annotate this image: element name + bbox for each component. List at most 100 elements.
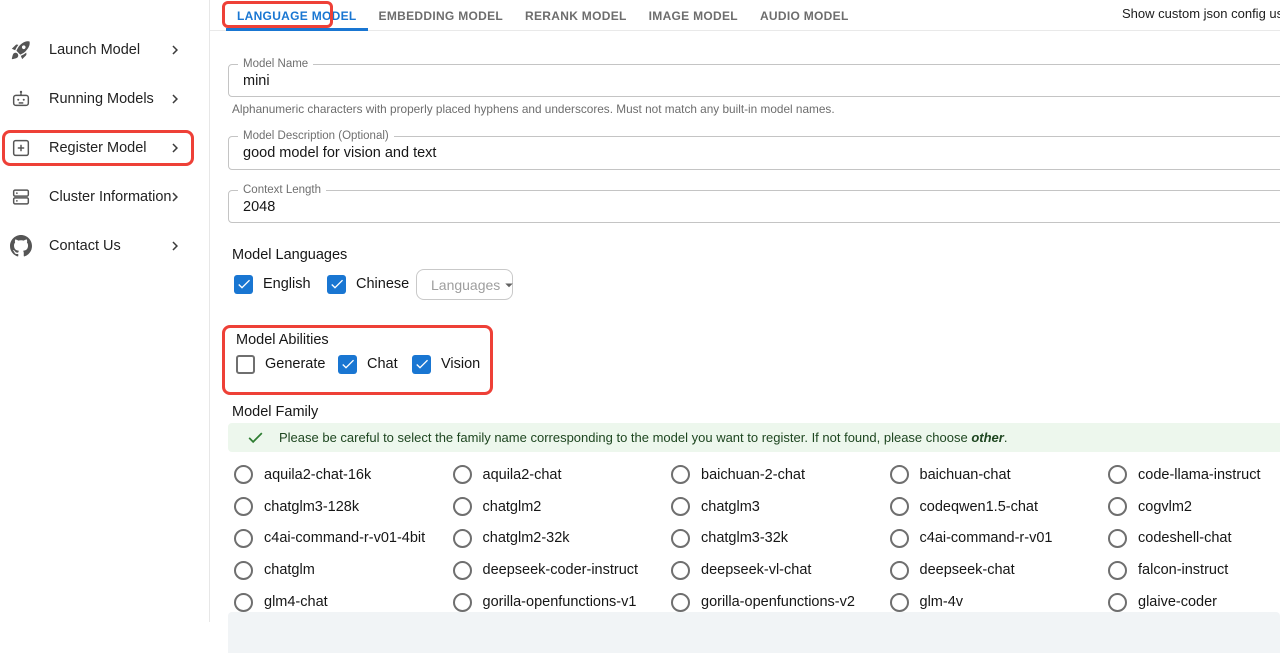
checkbox-generate[interactable]: Generate [236,353,325,375]
register-model-form: Model Name mini Alphanumeric characters … [210,31,1280,622]
sidebar-item-register-model[interactable]: Register Model [0,133,210,163]
model-name-label: Model Name [238,58,313,71]
radio-icon [234,497,253,516]
cluster-icon [9,185,33,209]
model-family-option[interactable]: chatglm3-128k [234,491,453,523]
chevron-right-icon [166,139,184,157]
model-family-option[interactable]: falcon-instruct [1108,554,1280,586]
radio-icon [890,465,909,484]
model-family-option[interactable]: aquila2-chat-16k [234,459,453,491]
model-family-option-label: chatglm [264,562,315,578]
languages-select-placeholder: Languages [431,277,500,293]
model-description-label: Model Description (Optional) [238,130,394,143]
model-family-alert: Please be careful to select the family n… [228,423,1280,452]
checkbox-icon [234,275,253,294]
model-family-option-label: glm4-chat [264,594,328,610]
context-length-field[interactable]: Context Length 2048 [228,190,1280,223]
radio-icon [453,497,472,516]
model-name-field[interactable]: Model Name mini [228,64,1280,97]
tab-image-model[interactable]: IMAGE MODEL [638,0,749,31]
radio-icon [890,497,909,516]
model-family-option-label: glm-4v [920,594,964,610]
radio-icon [1108,497,1127,516]
checkbox-chinese[interactable]: Chinese [327,273,409,295]
model-family-option-label: c4ai-command-r-v01 [920,530,1053,546]
model-name-helper-text: Alphanumeric characters with properly pl… [232,102,835,116]
model-family-option[interactable]: cogvlm2 [1108,491,1280,523]
radio-icon [671,497,690,516]
tab-language-model[interactable]: LANGUAGE MODEL [226,0,368,31]
radio-icon [234,561,253,580]
tab-bar: LANGUAGE MODEL EMBEDDING MODEL RERANK MO… [210,0,1280,31]
model-family-option-label: deepseek-coder-instruct [483,562,639,578]
tab-embedding-model[interactable]: EMBEDDING MODEL [368,0,515,31]
radio-icon [453,465,472,484]
model-family-option[interactable]: chatglm3-32k [671,523,890,555]
model-family-option-label: chatglm3-128k [264,499,359,515]
radio-icon [890,561,909,580]
model-family-option[interactable]: deepseek-chat [890,554,1109,586]
model-abilities-section-label: Model Abilities [236,332,329,348]
model-family-options: aquila2-chat-16k aquila2-chat baichuan-2-c… [234,459,1280,618]
checkbox-english[interactable]: English [234,273,311,295]
model-family-option[interactable]: baichuan-2-chat [671,459,890,491]
model-family-option-label: aquila2-chat-16k [264,467,371,483]
model-name-value[interactable]: mini [229,65,1280,96]
model-family-option[interactable]: deepseek-vl-chat [671,554,890,586]
checkbox-vision[interactable]: Vision [412,353,480,375]
model-languages-section-label: Model Languages [232,247,347,263]
sidebar-item-launch-model[interactable]: Launch Model [0,35,210,65]
sidebar-item-contact-us[interactable]: Contact Us [0,231,210,261]
caret-down-icon [500,276,518,294]
radio-icon [890,529,909,548]
show-custom-json-config-label[interactable]: Show custom json config used b [1122,6,1280,21]
radio-icon [671,529,690,548]
checkbox-label: Generate [265,356,325,372]
model-family-option[interactable]: chatglm [234,554,453,586]
chevron-right-icon [166,41,184,59]
model-family-option-label: codeshell-chat [1138,530,1232,546]
model-family-option[interactable]: codeqwen1.5-chat [890,491,1109,523]
radio-icon [671,561,690,580]
sidebar-item-label: Launch Model [49,42,140,58]
context-length-label: Context Length [238,184,326,197]
checkbox-chat[interactable]: Chat [338,353,398,375]
checkbox-icon [338,355,357,374]
radio-icon [1108,465,1127,484]
sidebar-item-running-models[interactable]: Running Models [0,84,210,114]
sidebar-item-cluster-information[interactable]: Cluster Information [0,182,210,212]
model-family-option[interactable]: code-llama-instruct [1108,459,1280,491]
tab-audio-model[interactable]: AUDIO MODEL [749,0,860,31]
checkbox-label: Vision [441,356,480,372]
radio-icon [234,529,253,548]
model-family-option[interactable]: c4ai-command-r-v01 [890,523,1109,555]
model-family-option[interactable]: chatglm2-32k [453,523,672,555]
model-family-section-label: Model Family [232,404,318,420]
model-family-option[interactable]: deepseek-coder-instruct [453,554,672,586]
check-icon [246,428,266,448]
model-family-option[interactable]: c4ai-command-r-v01-4bit [234,523,453,555]
robot-icon [9,87,33,111]
model-family-option[interactable]: aquila2-chat [453,459,672,491]
model-family-option[interactable]: chatglm3 [671,491,890,523]
tab-rerank-model[interactable]: RERANK MODEL [514,0,638,31]
checkbox-label: English [263,276,311,292]
languages-select[interactable]: Languages [416,269,513,300]
checkbox-icon [236,355,255,374]
radio-icon [234,593,253,612]
context-length-value[interactable]: 2048 [229,191,1280,222]
model-family-option[interactable]: chatglm2 [453,491,672,523]
model-family-option-label: c4ai-command-r-v01-4bit [264,530,425,546]
radio-icon [671,593,690,612]
github-icon [9,234,33,258]
model-family-option-label: gorilla-openfunctions-v1 [483,594,637,610]
radio-icon [1108,561,1127,580]
model-family-option[interactable]: codeshell-chat [1108,523,1280,555]
sidebar: Launch Model Running Models Register Mod… [0,0,210,622]
model-description-field[interactable]: Model Description (Optional) good model … [228,136,1280,170]
model-family-option-label: baichuan-2-chat [701,467,805,483]
sidebar-item-label: Contact Us [49,238,121,254]
model-family-option-label: aquila2-chat [483,467,562,483]
model-family-option[interactable]: baichuan-chat [890,459,1109,491]
model-family-option-label: code-llama-instruct [1138,467,1261,483]
